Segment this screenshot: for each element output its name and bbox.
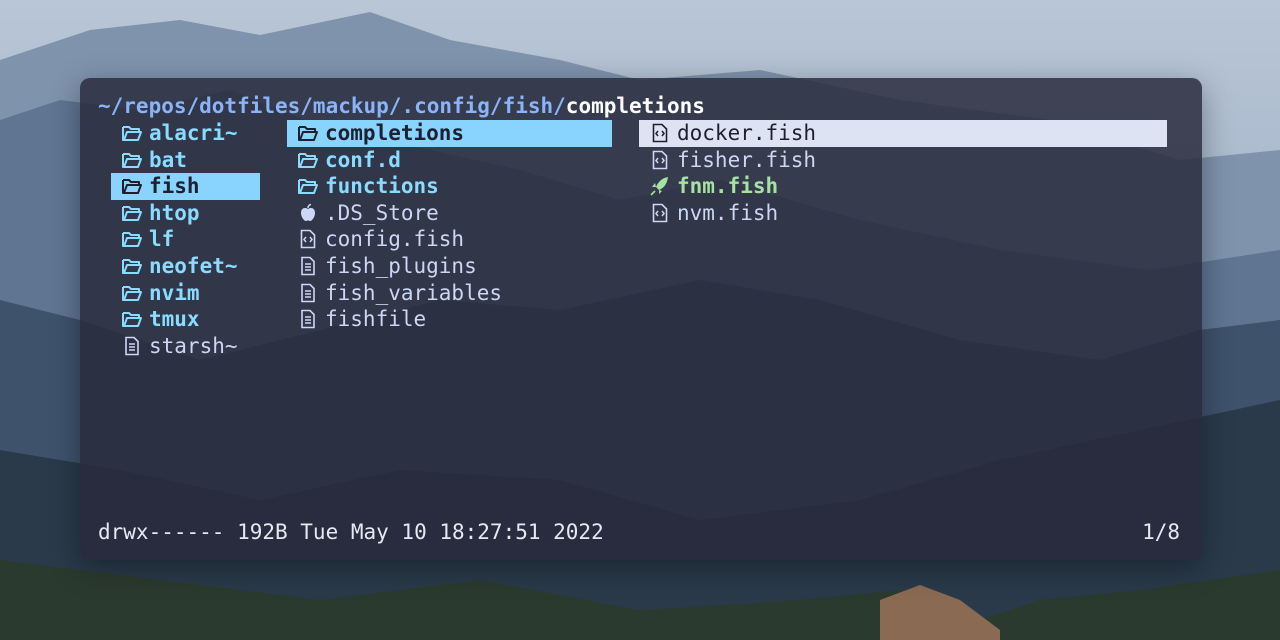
document-icon <box>297 283 319 303</box>
list-item-config-fish[interactable]: config.fish <box>287 226 612 253</box>
folder-icon <box>121 229 143 249</box>
item-label: alacri~ <box>149 121 238 145</box>
list-item-fish[interactable]: fish <box>111 173 260 200</box>
item-label: tmux <box>149 307 200 332</box>
folder-icon <box>121 283 143 303</box>
rocket-icon <box>649 176 671 196</box>
list-item-nvim[interactable]: nvim <box>111 280 260 307</box>
item-label: conf.d <box>325 147 401 172</box>
code-file-icon <box>649 123 671 143</box>
list-item-ds-store[interactable]: .DS_Store <box>287 200 612 227</box>
list-item-alacri[interactable]: alacri~ <box>111 120 260 147</box>
item-label: fish_plugins <box>325 253 477 278</box>
list-item-fnm-fish[interactable]: fnm.fish <box>639 173 1167 200</box>
item-label: fisher.fish <box>677 147 817 172</box>
list-item-htop[interactable]: htop <box>111 200 260 227</box>
file-info-status: drwx------ 192B Tue May 10 18:27:51 2022 <box>98 520 604 544</box>
item-label: neofet~ <box>149 253 238 278</box>
item-label: fish_variables <box>325 280 503 305</box>
item-label: bat <box>149 147 187 172</box>
item-label: config.fish <box>325 227 465 252</box>
item-label: fishfile <box>325 307 427 332</box>
item-label: completions <box>325 121 465 145</box>
item-label: htop <box>149 200 200 225</box>
item-label: docker.fish <box>677 121 817 145</box>
folder-icon <box>297 176 319 196</box>
preview-column: docker.fish fisher.fish fnm.fish nvm.fish <box>639 120 1167 226</box>
folder-icon <box>121 309 143 329</box>
item-label: fnm.fish <box>677 174 779 199</box>
item-label: .DS_Store <box>325 200 439 225</box>
parent-column: alacri~ bat fish htop lf neofet~ nvim tmux stars… <box>111 120 260 359</box>
folder-icon <box>121 123 143 143</box>
document-icon <box>121 336 143 356</box>
item-label: nvm.fish <box>677 200 779 225</box>
list-item-fish-plugins[interactable]: fish_plugins <box>287 253 612 280</box>
list-item-neofet[interactable]: neofet~ <box>111 253 260 280</box>
document-icon <box>297 256 319 276</box>
folder-icon <box>297 150 319 170</box>
path-current: completions <box>565 94 705 118</box>
folder-icon <box>121 176 143 196</box>
list-item-starsh[interactable]: starsh~ <box>111 333 260 360</box>
folder-icon <box>121 256 143 276</box>
folder-icon <box>121 150 143 170</box>
list-item-completions[interactable]: completions <box>287 120 612 147</box>
folder-icon <box>297 123 319 143</box>
list-item-fish-variables[interactable]: fish_variables <box>287 280 612 307</box>
code-file-icon <box>649 203 671 223</box>
list-item-docker-fish[interactable]: docker.fish <box>639 120 1167 147</box>
list-item-nvm-fish[interactable]: nvm.fish <box>639 200 1167 227</box>
path-prefix: ~/repos/dotfiles/mackup/.config/fish/ <box>98 94 566 118</box>
code-file-icon <box>297 229 319 249</box>
item-label: fish <box>149 174 200 199</box>
item-label: starsh~ <box>149 333 238 358</box>
list-item-fishfile[interactable]: fishfile <box>287 306 612 333</box>
position-indicator: 1/8 <box>1142 520 1180 544</box>
list-item-bat[interactable]: bat <box>111 147 260 174</box>
folder-icon <box>121 203 143 223</box>
current-path: ~/repos/dotfiles/mackup/.config/fish/com… <box>98 92 705 120</box>
list-item-functions[interactable]: functions <box>287 173 612 200</box>
terminal-window[interactable]: ~/repos/dotfiles/mackup/.config/fish/com… <box>80 78 1202 560</box>
code-file-icon <box>649 150 671 170</box>
list-item-fisher-fish[interactable]: fisher.fish <box>639 147 1167 174</box>
list-item-conf-d[interactable]: conf.d <box>287 147 612 174</box>
list-item-tmux[interactable]: tmux <box>111 306 260 333</box>
list-item-lf[interactable]: lf <box>111 226 260 253</box>
document-icon <box>297 309 319 329</box>
item-label: lf <box>149 227 175 252</box>
apple-icon <box>297 203 319 223</box>
current-column: completions conf.d functions .DS_Store confi… <box>287 120 612 333</box>
item-label: nvim <box>149 280 200 305</box>
item-label: functions <box>325 174 439 199</box>
